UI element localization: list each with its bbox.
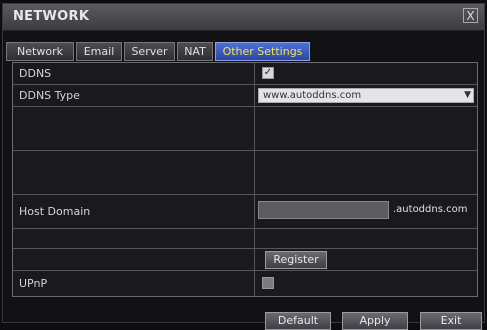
register-button[interactable]: Register — [265, 251, 327, 269]
title-bar: NETWORK X — [3, 4, 484, 31]
ddns-label: DDNS — [19, 67, 52, 80]
column-divider — [254, 229, 255, 248]
tab-nat[interactable]: NAT — [177, 42, 213, 61]
ddns-type-value: www.autoddns.com — [263, 90, 362, 101]
close-icon[interactable]: X — [463, 8, 478, 23]
row-ddns: DDNS ✓ — [13, 63, 477, 85]
column-divider — [254, 271, 255, 296]
footer-buttons: Default Apply Exit — [0, 304, 487, 330]
tab-other-settings[interactable]: Other Settings — [215, 42, 310, 61]
row-ddns-type: DDNS Type www.autoddns.com ▼ — [13, 85, 477, 107]
column-divider — [254, 195, 255, 228]
row-empty-3 — [13, 229, 477, 249]
row-host-domain: Host Domain .autoddns.com — [13, 195, 477, 229]
row-empty-2 — [13, 151, 477, 195]
check-icon: ✓ — [263, 67, 273, 78]
upnp-checkbox[interactable] — [262, 277, 274, 289]
row-empty-1 — [13, 107, 477, 151]
tab-email[interactable]: Email — [76, 42, 122, 61]
column-divider — [254, 249, 255, 270]
settings-grid: DDNS ✓ DDNS Type www.autoddns.com ▼ Host… — [12, 62, 478, 297]
tab-network[interactable]: Network — [6, 42, 74, 61]
host-domain-input[interactable] — [258, 201, 389, 219]
dialog-title: NETWORK — [13, 9, 90, 24]
tab-server[interactable]: Server — [124, 42, 175, 61]
row-upnp: UPnP — [13, 271, 477, 296]
host-domain-suffix: .autoddns.com — [393, 204, 468, 215]
column-divider — [254, 85, 255, 106]
column-divider — [254, 107, 255, 150]
ddns-type-select[interactable]: www.autoddns.com ▼ — [258, 88, 474, 103]
host-domain-label: Host Domain — [19, 205, 91, 218]
ddns-checkbox[interactable]: ✓ — [262, 67, 274, 79]
column-divider — [254, 151, 255, 194]
ddns-type-label: DDNS Type — [19, 89, 80, 102]
exit-button[interactable]: Exit — [420, 312, 482, 330]
chevron-down-icon[interactable]: ▼ — [464, 89, 471, 102]
apply-button[interactable]: Apply — [342, 312, 408, 330]
row-register: Register — [13, 249, 477, 271]
upnp-label: UPnP — [19, 277, 48, 290]
column-divider — [254, 63, 255, 84]
default-button[interactable]: Default — [265, 312, 331, 330]
